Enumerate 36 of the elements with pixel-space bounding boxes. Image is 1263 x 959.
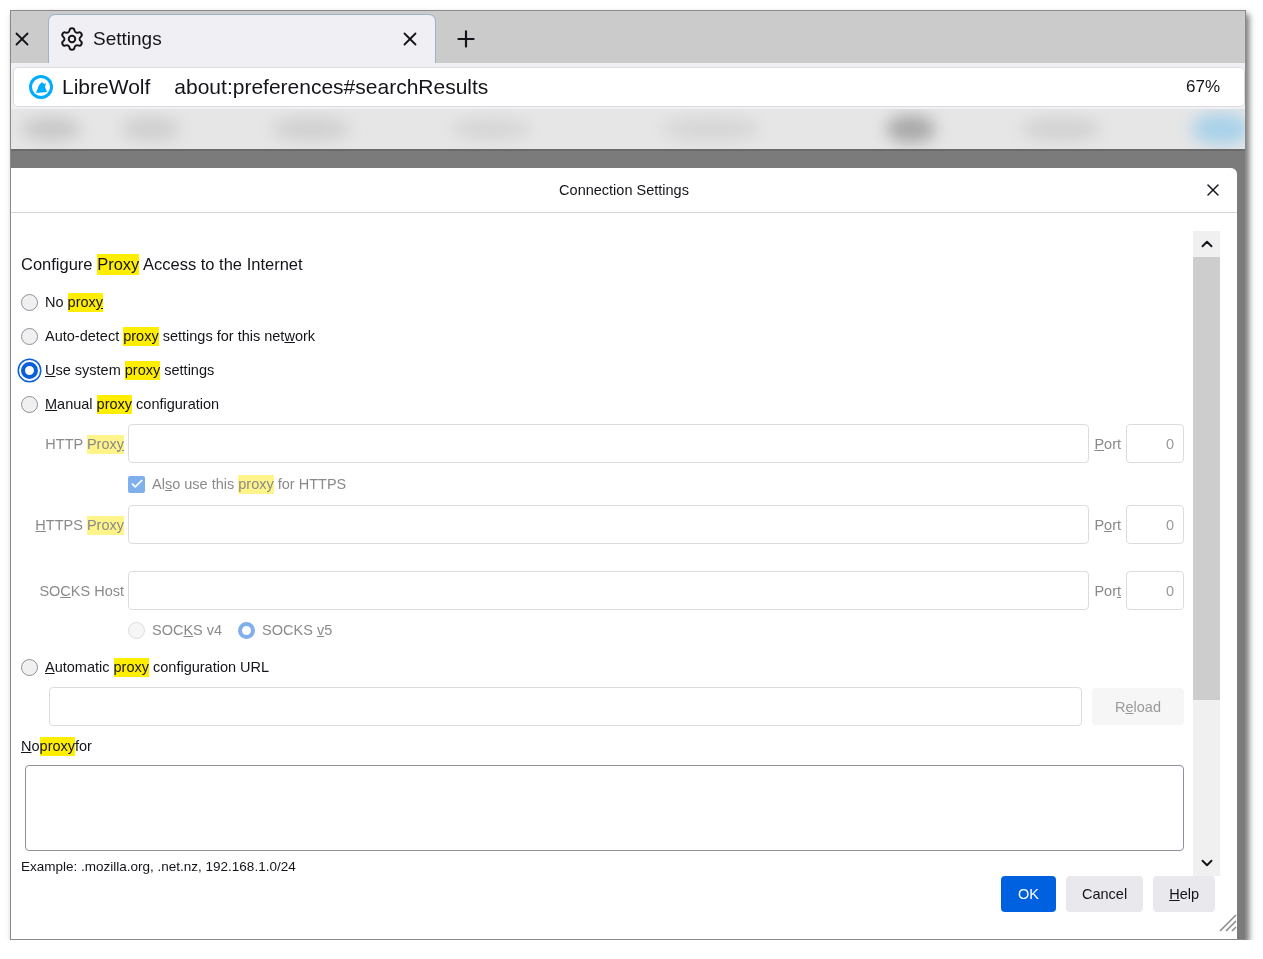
browser-name: LibreWolf xyxy=(62,75,151,99)
no-proxy-field[interactable] xyxy=(25,765,1184,851)
radio-button[interactable] xyxy=(21,395,38,413)
radio-label: Automatic proxy configuration URL xyxy=(45,659,270,675)
radio-label: Auto-detect proxy settings for this network xyxy=(45,328,316,344)
dialog-title: Connection Settings xyxy=(559,182,689,198)
radio-button[interactable] xyxy=(21,293,38,311)
radio-button[interactable] xyxy=(21,658,38,676)
radio-label: Use system proxy settings xyxy=(45,362,215,378)
radio-button[interactable] xyxy=(21,361,38,379)
radio-label: SOCKS v5 xyxy=(262,622,333,638)
radio-button[interactable] xyxy=(21,327,38,345)
section-heading: Configure Proxy Access to the Internet xyxy=(21,255,304,277)
radio-label: Manual proxy configuration xyxy=(45,396,220,412)
socks-host-label: SOCKS Host xyxy=(38,582,125,599)
scrollbar[interactable] xyxy=(1193,231,1220,876)
browser-logo-icon xyxy=(28,74,54,100)
port-label: Port xyxy=(1094,582,1121,599)
gear-icon xyxy=(59,26,85,52)
checkbox-label: Also use this proxy for HTTPS xyxy=(152,476,347,492)
dialog-button[interactable]: Help xyxy=(1153,876,1215,912)
dialog-button[interactable]: OK xyxy=(1001,876,1056,912)
scrollbar-thumb[interactable] xyxy=(1193,257,1220,700)
https-proxy-label: HTTPS Proxy xyxy=(34,516,125,533)
url-text: about:preferences#searchResults xyxy=(174,75,490,99)
port-label: Port xyxy=(1094,516,1121,533)
browser-tab[interactable]: Settings xyxy=(49,15,435,63)
example-text: Example: .mozilla.org, .net.nz, 192.168.1.0/24 xyxy=(21,859,297,874)
http-proxy-label: HTTP Proxy xyxy=(44,435,125,452)
dialog-button[interactable]: Cancel xyxy=(1066,876,1144,912)
address-bar[interactable]: LibreWolf about:preferences#searchResults 67% xyxy=(13,67,1245,107)
radio-label: No proxy xyxy=(45,294,104,310)
radio-label: SOCKS v4 xyxy=(152,622,223,638)
tab-title: Settings xyxy=(93,28,163,50)
port-label: Port xyxy=(1094,435,1121,452)
zoom-level[interactable]: 67% xyxy=(1185,77,1220,97)
